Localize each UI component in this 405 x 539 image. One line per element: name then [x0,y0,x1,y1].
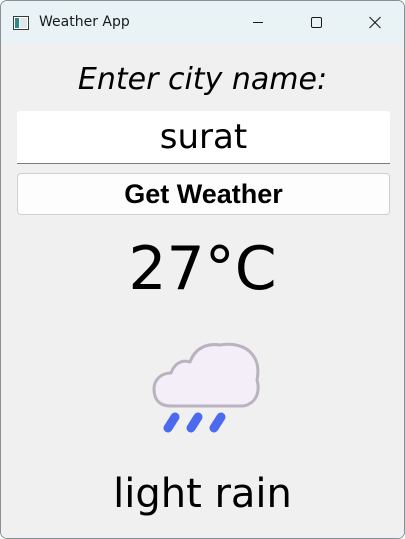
light-rain-cloud-icon [149,340,261,436]
weather-app-window: Weather App Enter city name: Get Weather… [0,0,405,539]
minimize-button[interactable] [230,1,286,44]
minimize-icon [253,22,263,23]
title-bar[interactable]: Weather App [1,1,404,44]
get-weather-button[interactable]: Get Weather [17,173,390,215]
close-icon [369,16,381,29]
app-window-icon [13,15,29,30]
maximize-icon [311,17,322,28]
app-content: Enter city name: Get Weather 27°C light … [1,44,404,538]
city-input[interactable] [17,111,390,164]
window-title: Weather App [39,14,130,30]
city-prompt-label: Enter city name: [77,62,328,97]
close-button[interactable] [348,1,404,44]
weather-description-label: light rain [113,471,292,517]
temperature-label: 27°C [128,234,277,304]
maximize-button[interactable] [289,1,345,44]
